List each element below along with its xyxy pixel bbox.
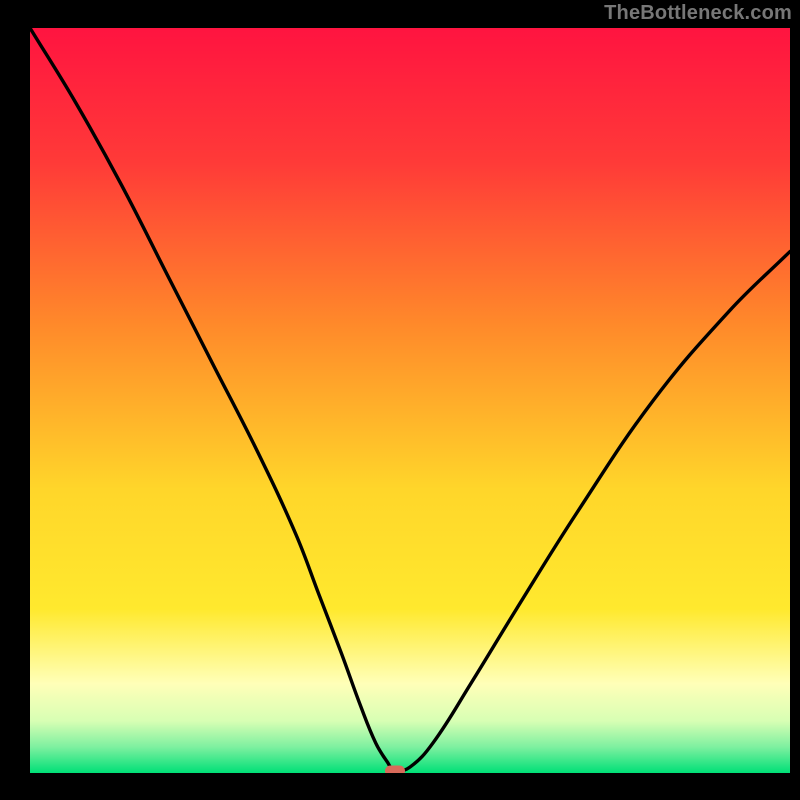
chart-frame: TheBottleneck.com xyxy=(0,0,800,800)
plot-area xyxy=(30,28,790,773)
minimum-marker xyxy=(385,765,405,773)
bottleneck-curve xyxy=(30,28,790,773)
watermark-text: TheBottleneck.com xyxy=(604,2,792,25)
